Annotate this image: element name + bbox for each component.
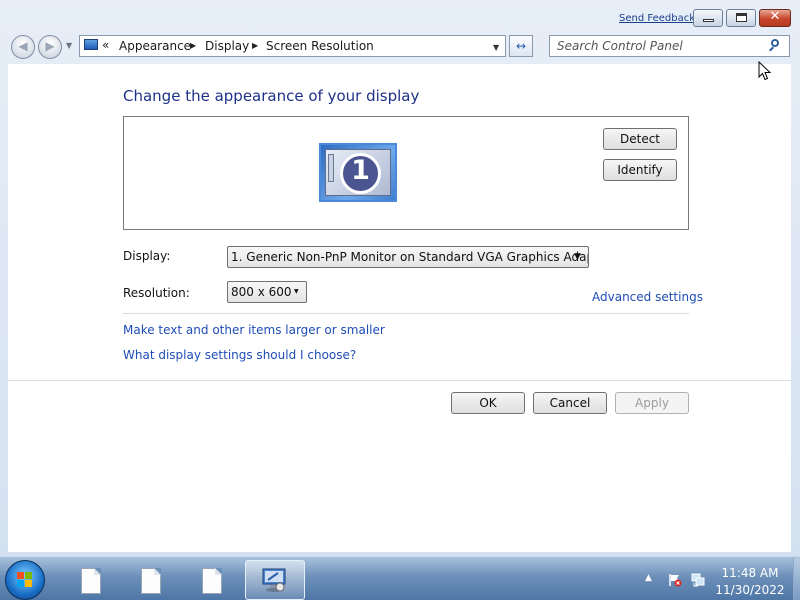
resolution-label: Resolution: (123, 286, 190, 300)
text-size-link[interactable]: Make text and other items larger or smal… (123, 323, 385, 337)
document-icon (141, 568, 161, 594)
detect-button[interactable]: Detect (603, 128, 677, 150)
search-box[interactable] (549, 35, 790, 57)
display-settings-icon (260, 567, 288, 593)
separator (123, 313, 689, 314)
document-icon (81, 568, 101, 594)
address-bar[interactable]: « Appearance ▶ Display ▶ Screen Resoluti… (79, 35, 506, 57)
recent-pages-dropdown-icon[interactable]: ▼ (66, 41, 72, 50)
document-icon (202, 568, 222, 594)
resolution-select[interactable]: 800 x 600 ▼ (227, 281, 307, 303)
monitor-number: 1 (351, 155, 370, 186)
minimize-button[interactable] (693, 9, 723, 27)
show-desktop-button[interactable] (793, 558, 800, 600)
send-feedback-link[interactable]: Send Feedback (619, 13, 695, 24)
address-overflow-chevron[interactable]: « (102, 38, 109, 52)
clock-time: 11:48 AM (721, 566, 779, 580)
taskbar-item-control-panel[interactable] (245, 560, 305, 600)
refresh-button[interactable]: ↔ (509, 35, 533, 57)
close-icon: ✕ (769, 9, 781, 24)
display-settings-help-link[interactable]: What display settings should I choose? (123, 348, 356, 362)
back-button[interactable]: ◀ (11, 35, 35, 59)
identify-button[interactable]: Identify (603, 159, 677, 181)
chevron-down-icon: ▼ (574, 252, 581, 262)
display-select-value: 1. Generic Non-PnP Monitor on Standard V… (231, 250, 589, 264)
back-arrow-icon: ◀ (18, 39, 28, 53)
search-icon[interactable] (768, 38, 782, 54)
breadcrumb-separator-icon[interactable]: ▶ (252, 41, 258, 50)
page-title: Change the appearance of your display (123, 87, 420, 105)
display-label: Display: (123, 249, 171, 263)
chevron-down-icon: ▼ (294, 288, 299, 295)
minimize-icon (703, 19, 714, 22)
taskbar-item-document[interactable] (123, 560, 179, 600)
cancel-button[interactable]: Cancel (533, 392, 607, 414)
monitor-1-icon[interactable]: 1 (319, 143, 397, 202)
forward-button[interactable]: ▶ (38, 35, 62, 59)
title-bar[interactable]: Send Feedback ✕ (0, 0, 800, 32)
network-icon[interactable] (691, 572, 705, 587)
resolution-select-value: 800 x 600 (231, 285, 292, 299)
breadcrumb-screen-resolution[interactable]: Screen Resolution (266, 39, 374, 53)
show-hidden-icons-button[interactable]: ▲ (645, 573, 652, 583)
advanced-settings-link[interactable]: Advanced settings (592, 290, 703, 304)
mouse-cursor-icon (758, 60, 772, 81)
display-select[interactable]: 1. Generic Non-PnP Monitor on Standard V… (227, 246, 589, 268)
maximize-button[interactable] (726, 9, 756, 27)
start-button[interactable] (5, 560, 45, 600)
control-panel-icon (84, 39, 98, 50)
search-input[interactable] (550, 36, 762, 56)
breadcrumb-separator-icon[interactable]: ▶ (190, 41, 196, 50)
system-clock[interactable]: 11:48 AM 11/30/2022 (712, 565, 788, 599)
taskbar-item-document[interactable] (63, 560, 119, 600)
refresh-icon: ↔ (515, 39, 527, 53)
clock-date: 11/30/2022 (715, 583, 785, 597)
maximize-icon (736, 13, 747, 22)
separator (8, 380, 791, 381)
ok-button[interactable]: OK (451, 392, 525, 414)
address-dropdown-icon[interactable]: ▼ (493, 43, 499, 52)
taskbar-item-document[interactable] (184, 560, 240, 600)
windows-logo-icon (17, 572, 33, 588)
breadcrumb-appearance[interactable]: Appearance (119, 39, 191, 53)
control-panel-window: Send Feedback ✕ ◀ ▶ ▼ « Appearance ▶ Dis… (0, 0, 800, 556)
action-center-flag-icon[interactable] (668, 572, 682, 587)
close-button[interactable]: ✕ (759, 9, 791, 27)
breadcrumb-display[interactable]: Display (205, 39, 249, 53)
forward-arrow-icon: ▶ (45, 39, 55, 53)
apply-button[interactable]: Apply (615, 392, 689, 414)
